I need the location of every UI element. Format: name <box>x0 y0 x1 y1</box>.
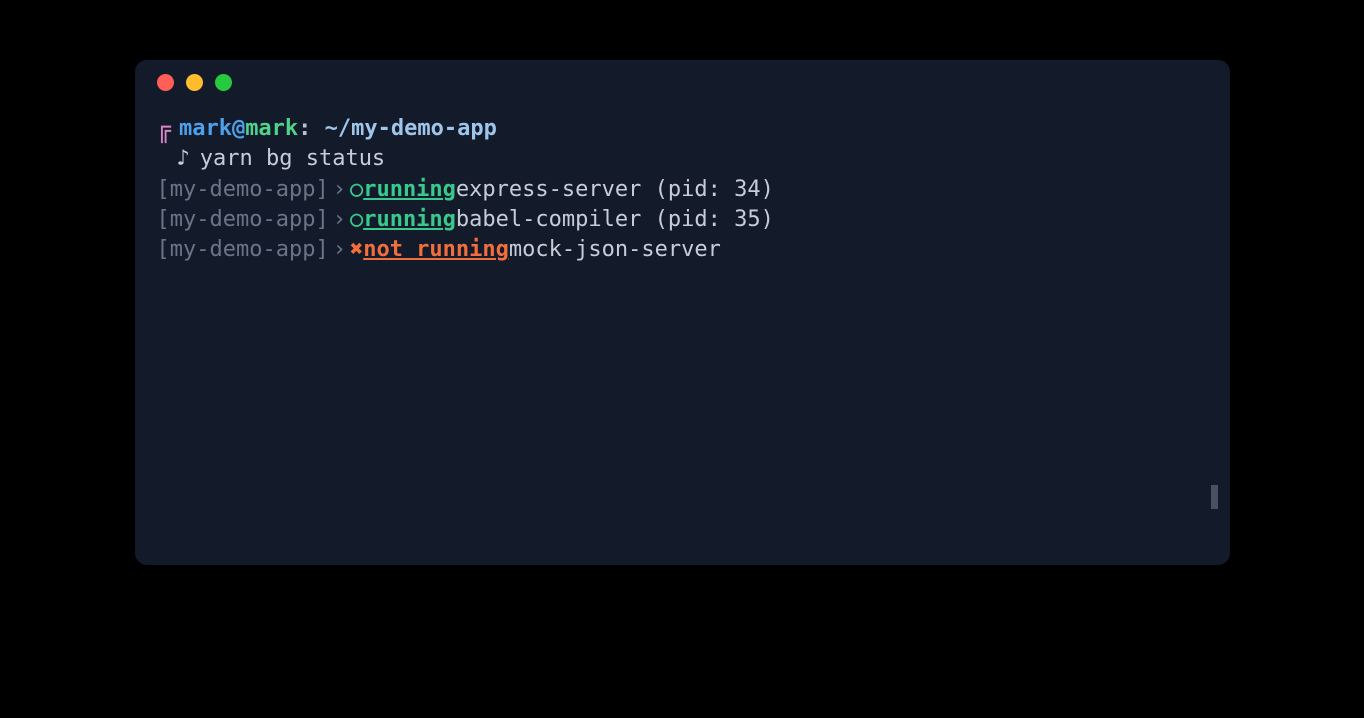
status-running-icon: ○ <box>350 175 363 205</box>
process-name: mock-json-server <box>509 235 721 265</box>
scrollbar-thumb[interactable] <box>1211 485 1218 509</box>
prefix-project-name: my-demo-app <box>170 235 316 265</box>
prompt-host: mark <box>245 116 298 141</box>
pid-label: (pid: <box>641 205 734 235</box>
process-name: babel-compiler <box>456 205 641 235</box>
prompt-bracket-icon: ╔ <box>157 117 171 141</box>
terminal-body[interactable]: ╔ mark@mark: ~/my-demo-app ♪ yarn bg sta… <box>135 104 1230 266</box>
prompt-line: ╔ mark@mark: ~/my-demo-app <box>157 114 1230 144</box>
pid-close: ) <box>761 205 774 235</box>
prompt-path: ~/my-demo-app <box>325 116 497 141</box>
prefix-project-name: my-demo-app <box>170 205 316 235</box>
chevron-icon: › <box>333 235 346 265</box>
chevron-icon: › <box>333 205 346 235</box>
prefix-bracket-close: ] <box>315 175 328 205</box>
process-name: express-server <box>456 175 641 205</box>
pid-value: 35 <box>734 205 761 235</box>
status-label: running <box>363 175 456 205</box>
status-line: [my-demo-app] › ○ running express-server… <box>157 175 1230 205</box>
status-line: [my-demo-app] › ✖ not running mock-json-… <box>157 235 1230 265</box>
prefix-project-name: my-demo-app <box>170 175 316 205</box>
prefix-bracket-open: [ <box>157 175 170 205</box>
status-running-icon: ○ <box>350 205 363 235</box>
pid-label: (pid: <box>641 175 734 205</box>
pid-value: 34 <box>734 175 761 205</box>
pid-close: ) <box>761 175 774 205</box>
status-output: [my-demo-app] › ○ running express-server… <box>157 175 1230 266</box>
minimize-button[interactable] <box>186 74 203 91</box>
prompt-user: mark <box>179 116 232 141</box>
prefix-bracket-open: [ <box>157 205 170 235</box>
maximize-button[interactable] <box>215 74 232 91</box>
window-titlebar <box>135 60 1230 104</box>
close-button[interactable] <box>157 74 174 91</box>
prefix-bracket-close: ] <box>315 205 328 235</box>
prompt-colon: : <box>298 116 311 141</box>
status-label: running <box>363 205 456 235</box>
command-line: ♪ yarn bg status <box>157 144 1230 174</box>
terminal-window: ╔ mark@mark: ~/my-demo-app ♪ yarn bg sta… <box>135 60 1230 565</box>
status-label: not running <box>363 235 509 265</box>
chevron-icon: › <box>333 175 346 205</box>
command-text: yarn bg status <box>200 144 385 174</box>
prefix-bracket-open: [ <box>157 235 170 265</box>
prompt-at: @ <box>232 116 245 141</box>
status-not-running-icon: ✖ <box>350 235 363 265</box>
music-note-icon: ♪ <box>177 144 190 174</box>
prefix-bracket-close: ] <box>315 235 328 265</box>
status-line: [my-demo-app] › ○ running babel-compiler… <box>157 205 1230 235</box>
